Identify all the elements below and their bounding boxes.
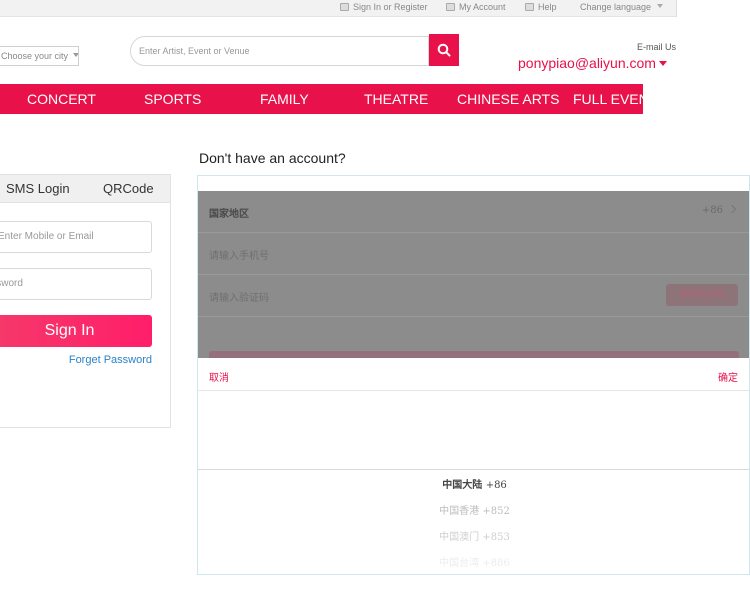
picker-option[interactable]: 中国澳门 +853 (198, 528, 749, 543)
caret-down-icon (658, 61, 667, 66)
login-tabs: SMS Login QRCode (0, 175, 170, 203)
get-code-button[interactable]: 获取验证码 (666, 284, 738, 306)
mobile-email-input[interactable]: Enter Mobile or Email (0, 221, 152, 253)
picker-option[interactable]: 中国台湾 +886 (198, 554, 749, 569)
picker-confirm-button[interactable]: 确定 (718, 369, 738, 384)
phone-placeholder: 请输入手机号 (209, 251, 269, 262)
help-icon (525, 3, 534, 11)
my-account-link[interactable]: My Account (446, 0, 506, 17)
my-account-label: My Account (459, 2, 506, 12)
main-nav: CONCERT SPORTS FAMILY THEATRE CHINESE AR… (0, 84, 643, 114)
chevron-right-icon (727, 204, 737, 214)
user-icon (340, 3, 349, 11)
chevron-down-icon (73, 53, 78, 57)
sign-in-button[interactable]: Sign In (0, 315, 152, 347)
login-panel: SMS Login QRCode Enter Mobile or Email P… (0, 174, 171, 428)
language-label: Change language (580, 2, 652, 12)
forget-password-link[interactable]: Forget Password (69, 354, 152, 366)
sign-in-register-label: Sign In or Register (353, 2, 428, 12)
password-placeholder: Password (0, 278, 23, 289)
search-button[interactable] (429, 34, 459, 66)
region-picker[interactable]: 中国大陆 +86 中国香港 +852 中国澳门 +853 中国台湾 +886 (198, 469, 749, 574)
search-input[interactable]: Enter Artist, Event or Venue (130, 36, 429, 66)
picker-toolbar: 取消 确定 (198, 358, 749, 391)
nav-item-sports[interactable]: SPORTS (144, 84, 201, 114)
code-placeholder: 请输入验证码 (209, 293, 269, 304)
topbar-divider (676, 0, 677, 17)
picker-cancel-button[interactable]: 取消 (209, 369, 229, 384)
nav-item-theatre[interactable]: THEATRE (364, 84, 428, 114)
search-icon (437, 43, 451, 57)
language-dropdown[interactable]: Change language (580, 0, 664, 17)
picker-option-name: 中国大陆 (442, 480, 483, 491)
account-icon (446, 3, 455, 11)
register-frame: 国家地区 +86 请输入手机号 请输入验证码 获取验证码 同意协议并注册 取消 … (197, 175, 750, 575)
top-utility-bar: Sign In or Register My Account Help Chan… (0, 0, 677, 17)
tab-sms-login[interactable]: SMS Login (6, 175, 70, 203)
email-us-label: E-mail Us (636, 42, 676, 52)
city-select[interactable]: Choose your city (0, 46, 79, 66)
region-row[interactable]: 国家地区 +86 (198, 191, 749, 233)
city-select-label: Choose your city (1, 51, 69, 61)
nav-item-chinese-arts[interactable]: CHINESE ARTS (457, 84, 559, 114)
picker-option-name: 中国台湾 (439, 558, 480, 569)
picker-option-code: +853 (482, 532, 510, 543)
email-address: ponypiao@aliyun.com (518, 55, 656, 71)
tab-qrcode[interactable]: QRCode (103, 175, 154, 203)
region-code: +86 (701, 205, 723, 216)
modal-overlay: 国家地区 +86 请输入手机号 请输入验证码 获取验证码 同意协议并注册 (198, 191, 749, 373)
help-label: Help (538, 2, 557, 12)
mobile-email-placeholder: Enter Mobile or Email (0, 231, 94, 242)
help-link[interactable]: Help (525, 0, 557, 17)
nav-item-concert[interactable]: CONCERT (27, 84, 96, 114)
picker-option[interactable]: 中国大陆 +86 (198, 476, 749, 491)
chevron-down-icon (657, 4, 664, 8)
nav-item-full-events[interactable]: FULL EVENTS (573, 84, 643, 114)
email-dropdown[interactable]: ponypiao@aliyun.com (518, 55, 667, 71)
sign-in-register-link[interactable]: Sign In or Register (340, 0, 428, 17)
phone-row[interactable]: 请输入手机号 (198, 233, 749, 275)
picker-option-name: 中国澳门 (439, 532, 480, 543)
picker-option[interactable]: 中国香港 +852 (198, 502, 749, 517)
picker-option-code: +852 (482, 506, 510, 517)
picker-option-code: +886 (482, 558, 510, 569)
picker-option-name: 中国香港 (439, 506, 480, 517)
no-account-heading: Don't have an account? (199, 150, 346, 166)
search-placeholder: Enter Artist, Event or Venue (139, 46, 250, 56)
picker-option-code: +86 (485, 480, 507, 491)
nav-item-family[interactable]: FAMILY (260, 84, 309, 114)
password-input[interactable]: Password (0, 268, 152, 300)
code-row[interactable]: 请输入验证码 获取验证码 (198, 275, 749, 317)
region-label: 国家地区 (209, 209, 249, 220)
